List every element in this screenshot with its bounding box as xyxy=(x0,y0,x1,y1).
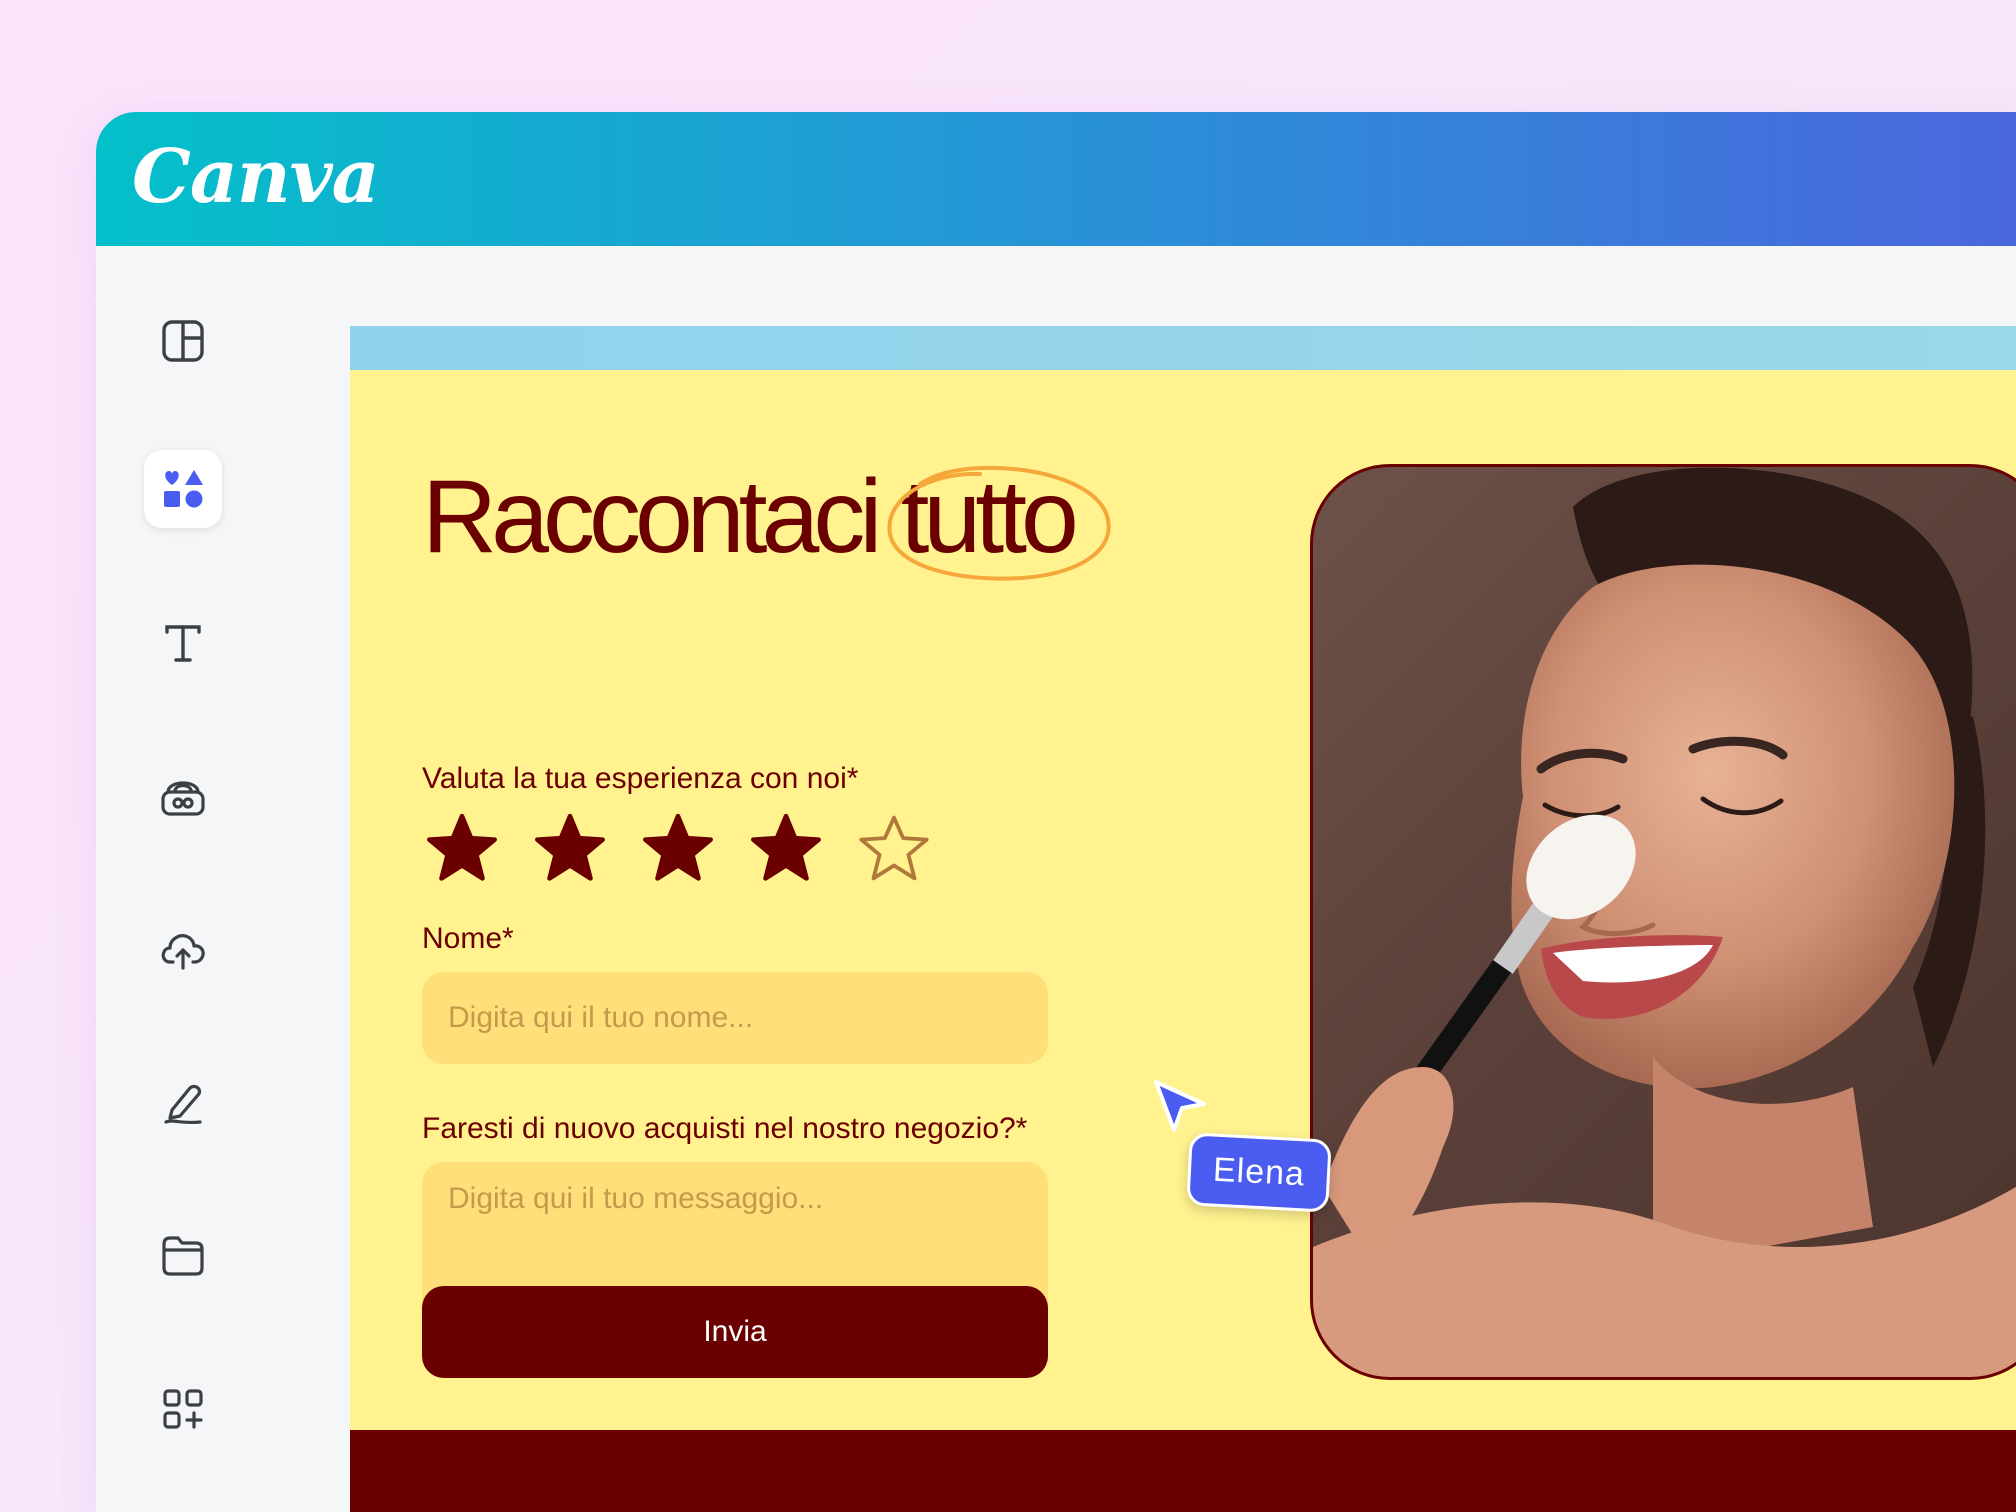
design-canvas[interactable]: Raccontaci tutto Valuta la tua esperienza… xyxy=(350,326,2016,1512)
sidebar-item-projects[interactable] xyxy=(144,1216,222,1294)
sidebar-item-uploads[interactable] xyxy=(144,910,222,988)
cloud-upload-icon xyxy=(161,934,205,970)
app-window: Canva Raccontaci tutto Valuta la tua esp… xyxy=(96,112,2016,1512)
star-3-icon[interactable] xyxy=(640,810,716,886)
sidebar-item-apps[interactable] xyxy=(144,1370,222,1448)
sidebar-item-text[interactable] xyxy=(144,604,222,682)
sidebar-item-elements[interactable] xyxy=(144,450,222,528)
top-bar: Canva xyxy=(96,112,2016,246)
title-word-2: tutto xyxy=(900,459,1078,575)
canva-logo[interactable]: Canva xyxy=(132,134,380,220)
shapes-icon xyxy=(164,470,203,508)
canvas-top-stripe xyxy=(350,326,2016,370)
form-title[interactable]: Raccontaci tutto xyxy=(422,458,1112,581)
title-word-1: Raccontaci xyxy=(422,459,882,575)
name-input[interactable] xyxy=(422,972,1048,1064)
star-4-icon[interactable] xyxy=(748,810,824,886)
sidebar-item-brand[interactable] xyxy=(144,756,222,834)
sidebar-item-design[interactable] xyxy=(144,302,222,380)
apps-grid-icon xyxy=(163,1389,203,1429)
brand-kit-icon xyxy=(161,781,205,816)
rating-label: Valuta la tua esperienza con noi* xyxy=(422,762,859,795)
folder-icon xyxy=(162,1236,204,1276)
canvas-footer-band xyxy=(350,1430,2016,1512)
star-rating[interactable] xyxy=(424,810,964,886)
star-2-icon[interactable] xyxy=(532,810,608,886)
sidebar xyxy=(96,246,346,1512)
collaborator-cursor-icon xyxy=(1154,1080,1206,1132)
text-icon xyxy=(165,625,201,662)
question-label: Faresti di nuovo acquisti nel nostro neg… xyxy=(422,1112,1028,1145)
submit-button[interactable]: Invia xyxy=(422,1286,1048,1378)
woman-applying-makeup-illustration xyxy=(1313,467,2016,1377)
star-5-icon[interactable] xyxy=(856,810,932,886)
star-1-icon[interactable] xyxy=(424,810,500,886)
model-photo[interactable] xyxy=(1310,464,2016,1380)
collaborator-name-tag: Elena xyxy=(1186,1132,1332,1213)
sidebar-item-draw[interactable] xyxy=(144,1064,222,1142)
pen-draw-icon xyxy=(164,1084,202,1125)
title-word-2-wrap: tutto xyxy=(887,458,1112,581)
name-label: Nome* xyxy=(422,922,514,955)
layout-icon xyxy=(162,320,204,362)
